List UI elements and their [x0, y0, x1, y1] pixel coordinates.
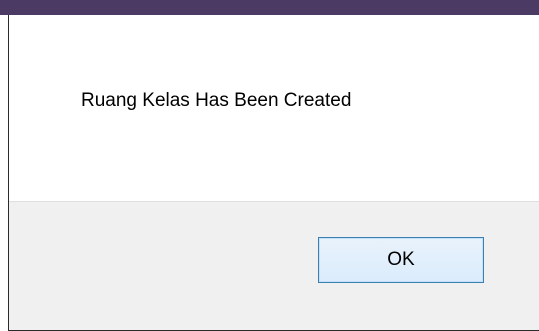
- message-dialog: Ruang Kelas Has Been Created OK: [8, 15, 539, 331]
- ok-button[interactable]: OK: [318, 237, 484, 283]
- dialog-message: Ruang Kelas Has Been Created: [81, 90, 352, 111]
- window-top-strip: [0, 0, 539, 15]
- dialog-content: Ruang Kelas Has Been Created: [9, 15, 539, 201]
- screen: Ruang Kelas Has Been Created OK: [0, 0, 539, 331]
- dialog-button-bar: OK: [9, 201, 539, 330]
